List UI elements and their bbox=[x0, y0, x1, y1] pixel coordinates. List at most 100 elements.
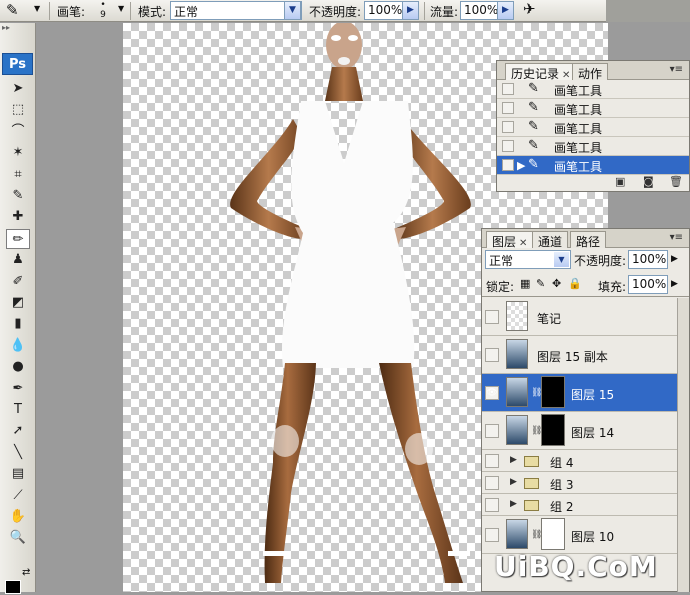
opacity-input[interactable]: 100% bbox=[364, 1, 406, 20]
visibility-eye-icon[interactable] bbox=[485, 476, 499, 490]
history-state[interactable]: ✎ 画笔工具 bbox=[497, 80, 689, 99]
snapshot-source-checkbox[interactable] bbox=[502, 159, 514, 171]
lasso-tool-icon[interactable]: ⌒ bbox=[6, 122, 30, 142]
layer-row[interactable]: 笔记 bbox=[482, 298, 689, 336]
snapshot-source-checkbox[interactable] bbox=[502, 102, 514, 114]
visibility-eye-icon[interactable] bbox=[485, 454, 499, 468]
layer-thumbnail bbox=[506, 519, 528, 549]
layer-thumbnail bbox=[506, 301, 528, 331]
history-state[interactable]: ✎ 画笔工具 bbox=[497, 99, 689, 118]
history-brush-tool-icon[interactable]: ✐ bbox=[6, 272, 30, 292]
layer-mask-thumbnail[interactable] bbox=[541, 518, 565, 550]
chevron-down-icon: ▼ bbox=[554, 252, 569, 267]
visibility-eye-icon[interactable]: 👁 bbox=[485, 386, 499, 400]
panel-menu-icon[interactable]: ▾≡ bbox=[670, 64, 683, 75]
brush-size-preview[interactable]: • 9 bbox=[98, 0, 108, 20]
line-tool-icon[interactable]: ╲ bbox=[6, 443, 30, 463]
visibility-eye-icon[interactable] bbox=[485, 310, 499, 324]
marquee-tool-icon[interactable]: ⬚ bbox=[6, 100, 30, 120]
swap-colors-icon[interactable]: ⇄ bbox=[22, 567, 30, 578]
lock-position-icon[interactable]: ✥ bbox=[552, 277, 561, 290]
mode-select-arrow[interactable]: ▼ bbox=[284, 1, 301, 20]
expand-arrow-icon[interactable]: ▶ bbox=[510, 455, 517, 465]
layer-opacity-arrow[interactable]: ▶ bbox=[671, 254, 678, 264]
airbrush-icon[interactable]: ✈ bbox=[523, 0, 536, 18]
magic-wand-tool-icon[interactable]: ✶ bbox=[6, 143, 30, 163]
expand-arrow-icon[interactable]: ▶ bbox=[510, 499, 517, 509]
visibility-eye-icon[interactable] bbox=[485, 528, 499, 542]
flow-slider-arrow[interactable]: ▶ bbox=[497, 1, 514, 20]
layer-group-row[interactable]: ▶ 组 2 bbox=[482, 494, 689, 516]
brush-icon: ✎ bbox=[528, 81, 539, 96]
zoom-tool-icon[interactable]: 🔍 bbox=[6, 528, 30, 548]
snapshot-source-checkbox[interactable] bbox=[502, 121, 514, 133]
notes-tool-icon[interactable]: ▤ bbox=[6, 464, 30, 484]
new-snapshot-icon[interactable]: ◙ bbox=[643, 175, 654, 188]
gradient-tool-icon[interactable]: ▮ bbox=[6, 314, 30, 334]
visibility-eye-icon[interactable] bbox=[485, 498, 499, 512]
pen-tool-icon[interactable]: ✒ bbox=[6, 379, 30, 399]
expand-arrow-icon[interactable]: ▶ bbox=[510, 477, 517, 487]
layer-row[interactable]: 图层 15 副本 bbox=[482, 336, 689, 374]
eyedropper-tool-icon[interactable]: ⟋ bbox=[6, 486, 30, 506]
brush-preset-dropdown-arrow[interactable]: ▼ bbox=[34, 4, 40, 13]
tab-actions[interactable]: 动作 bbox=[572, 63, 609, 81]
layer-opacity-input[interactable]: 100% bbox=[628, 250, 668, 269]
history-state-slider-icon[interactable]: ▶ bbox=[517, 159, 525, 172]
crop-tool-icon[interactable]: ⌗ bbox=[6, 165, 30, 185]
layer-name: 笔记 bbox=[537, 312, 562, 326]
move-tool-icon[interactable]: ➤ bbox=[6, 79, 30, 99]
layer-row[interactable]: ⛓ 图层 10 bbox=[482, 516, 689, 554]
history-state[interactable]: ✎ 画笔工具 bbox=[497, 137, 689, 156]
healing-brush-tool-icon[interactable]: ✚ bbox=[6, 207, 30, 227]
tab-layers[interactable]: 图层 ✕ bbox=[486, 231, 534, 249]
lock-transparent-icon[interactable]: ▦ bbox=[520, 277, 530, 290]
brush-tool-icon[interactable]: ✏ bbox=[6, 228, 30, 249]
panel-menu-icon[interactable]: ▾≡ bbox=[670, 232, 683, 243]
layer-mask-thumbnail[interactable] bbox=[541, 376, 565, 408]
brush-icon: ✎ bbox=[528, 119, 539, 134]
trash-icon[interactable]: 🗑 bbox=[669, 175, 683, 188]
layers-scrollbar[interactable] bbox=[677, 298, 689, 592]
new-document-from-state-icon[interactable]: ▣ bbox=[615, 175, 625, 188]
layer-row[interactable]: ⛓ 图层 14 bbox=[482, 412, 689, 450]
visibility-eye-icon[interactable] bbox=[485, 348, 499, 362]
mode-select[interactable]: 正常 bbox=[170, 1, 302, 20]
clone-stamp-tool-icon[interactable]: ♟ bbox=[6, 250, 30, 270]
history-state[interactable]: ✎ 画笔工具 bbox=[497, 118, 689, 137]
fill-arrow[interactable]: ▶ bbox=[671, 279, 678, 289]
fill-input[interactable]: 100% bbox=[628, 275, 668, 294]
snapshot-source-checkbox[interactable] bbox=[502, 140, 514, 152]
blur-tool-icon[interactable]: 💧 bbox=[6, 336, 30, 356]
lock-image-icon[interactable]: ✎ bbox=[536, 277, 545, 290]
opacity-slider-arrow[interactable]: ▶ bbox=[402, 1, 419, 20]
tab-channels[interactable]: 通道 bbox=[532, 231, 569, 249]
layer-mask-thumbnail[interactable] bbox=[541, 414, 565, 446]
path-selection-tool-icon[interactable]: ➚ bbox=[6, 421, 30, 441]
layer-thumbnail bbox=[506, 415, 528, 445]
layer-group-row[interactable]: ▶ 组 4 bbox=[482, 450, 689, 472]
layer-name: 组 3 bbox=[550, 478, 574, 492]
dodge-tool-icon[interactable]: ● bbox=[6, 357, 30, 377]
slice-tool-icon[interactable]: ✎ bbox=[6, 186, 30, 206]
type-tool-icon[interactable]: T bbox=[6, 400, 30, 420]
tab-paths[interactable]: 路径 bbox=[570, 231, 607, 249]
lock-fill-row: 锁定: ▦ ✎ ✥ 🔒 填充: 100% ▶ bbox=[482, 273, 689, 297]
lock-all-icon[interactable]: 🔒 bbox=[568, 277, 582, 290]
brush-preset-icon[interactable]: ✎ bbox=[6, 1, 19, 19]
toolbox-grip-icon[interactable]: ▸▸ bbox=[0, 23, 35, 33]
options-bar-gray-area bbox=[606, 0, 690, 22]
layer-name: 图层 10 bbox=[571, 530, 615, 544]
visibility-eye-icon[interactable] bbox=[485, 424, 499, 438]
layer-group-row[interactable]: ▶ 组 3 bbox=[482, 472, 689, 494]
flow-input[interactable]: 100% bbox=[460, 1, 500, 20]
snapshot-source-checkbox[interactable] bbox=[502, 83, 514, 95]
brush-picker-arrow[interactable]: ▼ bbox=[118, 4, 124, 13]
blend-mode-select[interactable]: 正常 ▼ bbox=[485, 250, 571, 269]
photoshop-logo[interactable]: Ps bbox=[2, 53, 33, 75]
layer-row[interactable]: 👁 ⛓ 图层 15 bbox=[482, 374, 689, 412]
tab-history[interactable]: 历史记录 ✕ bbox=[505, 63, 577, 81]
mode-label: 模式: bbox=[138, 5, 167, 19]
hand-tool-icon[interactable]: ✋ bbox=[6, 507, 30, 527]
eraser-tool-icon[interactable]: ◩ bbox=[6, 293, 30, 313]
